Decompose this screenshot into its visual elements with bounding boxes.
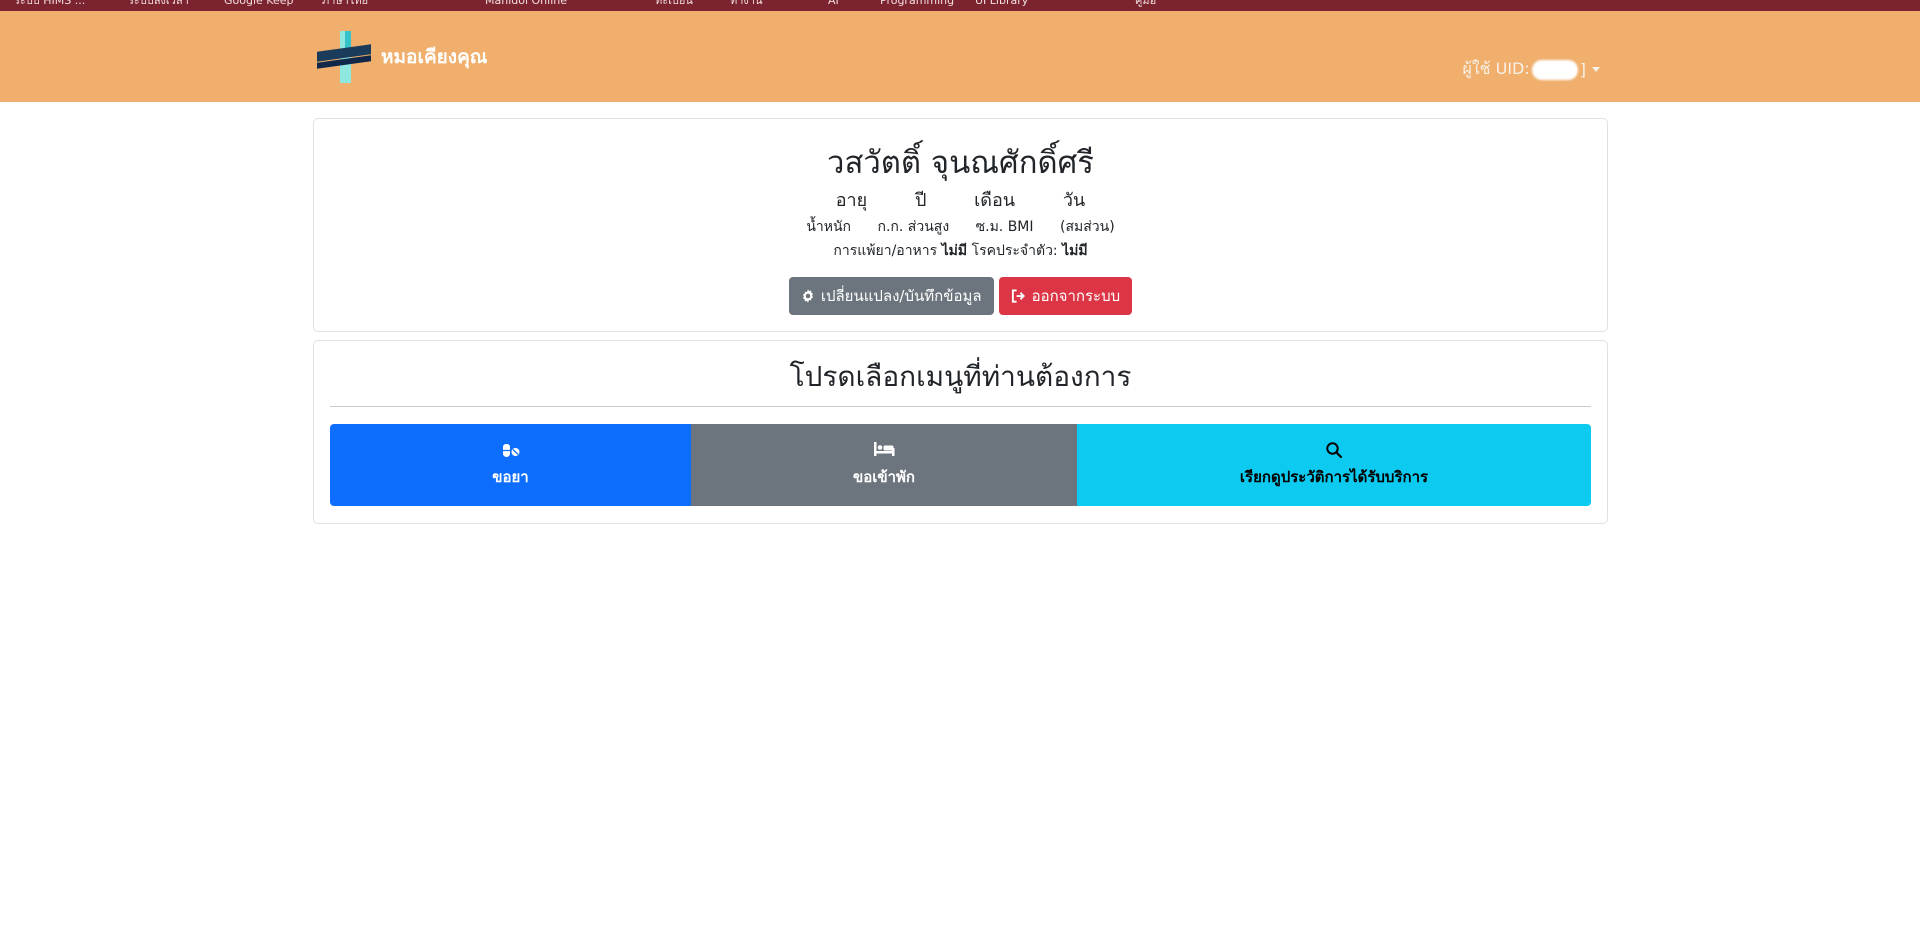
weight-label: น้ำหนัก: [806, 219, 852, 235]
profile-actions: เปลี่ยนแปลง/บันทึกข้อมูล ออกจากระบบ: [314, 277, 1607, 315]
bed-icon: [873, 441, 895, 459]
user-dropdown-toggle[interactable]: ผู้ใช้ UID: ]: [1462, 57, 1600, 82]
bookmark-item[interactable]: ระบบ HIMS ...: [14, 0, 85, 8]
patient-profile-card: วสวัตติ์ จุนณศักดิ์ศรี อายุ ปี เดือน วัน…: [313, 118, 1608, 332]
request-stay-label: ขอเข้าพัก: [852, 468, 916, 486]
brand-name: หมอเคียงคุณ: [381, 46, 488, 68]
disease-value: ไม่มี: [1062, 243, 1088, 259]
allergy-label: การแพ้ยา/อาหาร: [833, 243, 938, 259]
view-history-label: เรียกดูประวัติการได้รับบริการ: [1239, 468, 1429, 486]
search-icon: [1325, 441, 1343, 459]
allergy-value: ไม่มี: [941, 243, 968, 259]
redacted-uid: [1531, 59, 1578, 80]
height-label: ก.ก. ส่วนสูง: [877, 219, 950, 235]
logout-button[interactable]: ออกจากระบบ: [998, 277, 1133, 315]
pills-icon: [501, 441, 521, 459]
menu-tiles: ขอยา ขอเข้าพัก เรียกดูประวัติการได้รับบร…: [330, 424, 1591, 506]
bookmark-item[interactable]: คู่มือ: [1135, 0, 1156, 8]
bookmark-item[interactable]: ทะเบียน: [655, 0, 693, 8]
bookmark-item[interactable]: Google Keep: [224, 0, 293, 8]
request-medicine-button[interactable]: ขอยา: [330, 424, 691, 506]
menu-card: โปรดเลือกเมนูที่ท่านต้องการ ขอยา ขอเข้าพ…: [313, 340, 1608, 524]
top-navbar: หมอเคียงคุณ ผู้ใช้ UID: ]: [0, 11, 1920, 102]
disease-label: โรคประจำตัว:: [971, 243, 1058, 259]
divider: [330, 406, 1591, 407]
edit-profile-label: เปลี่ยนแปลง/บันทึกข้อมูล: [820, 287, 982, 305]
day-label: วัน: [1062, 190, 1086, 211]
bmi-status: (สมส่วน): [1059, 219, 1115, 235]
bookmark-item[interactable]: AI: [828, 0, 839, 8]
user-uid-label: ผู้ใช้ UID:: [1462, 59, 1530, 78]
patient-name: วสวัตติ์ จุนณศักดิ์ศรี: [827, 145, 1094, 181]
logout-label: ออกจากระบบ: [1031, 287, 1121, 305]
cross-logo-icon: [315, 31, 373, 83]
bookmark-item[interactable]: UI Library: [975, 0, 1028, 8]
patient-age: อายุ ปี เดือน วัน: [314, 185, 1607, 214]
patient-health-info: การแพ้ยา/อาหาร ไม่มี โรคประจำตัว: ไม่มี: [314, 240, 1607, 262]
sign-out-icon: [1011, 289, 1026, 303]
browser-bookmarks-bar: ระบบ HIMS ... ระบบลงเวลา Google Keep ภาษ…: [0, 0, 1920, 11]
year-label: ปี: [914, 190, 927, 211]
menu-title: โปรดเลือกเมนูที่ท่านต้องการ: [789, 360, 1132, 393]
bmi-label: ซ.ม. BMI: [975, 219, 1034, 235]
bookmark-item[interactable]: ระบบลงเวลา: [128, 0, 189, 8]
view-history-button[interactable]: เรียกดูประวัติการได้รับบริการ: [1077, 424, 1591, 506]
request-medicine-label: ขอยา: [492, 468, 529, 486]
bookmark-item[interactable]: ภาษาไทย: [322, 0, 368, 8]
user-uid-suffix: ]: [1579, 60, 1586, 79]
edit-profile-button[interactable]: เปลี่ยนแปลง/บันทึกข้อมูล: [788, 277, 994, 315]
patient-vitals: น้ำหนัก ก.ก. ส่วนสูง ซ.ม. BMI (สมส่วน): [314, 216, 1607, 238]
bookmark-item[interactable]: ทำงาน: [730, 0, 763, 8]
brand-link[interactable]: หมอเคียงคุณ: [315, 31, 487, 83]
age-label: อายุ: [835, 190, 868, 211]
gear-icon: [801, 289, 815, 303]
caret-down-icon: [1592, 67, 1600, 72]
bookmark-item[interactable]: Programming: [880, 0, 954, 8]
month-label: เดือน: [974, 190, 1016, 211]
bookmark-item[interactable]: Mahidol Online: [485, 0, 567, 8]
request-stay-button[interactable]: ขอเข้าพัก: [691, 424, 1077, 506]
